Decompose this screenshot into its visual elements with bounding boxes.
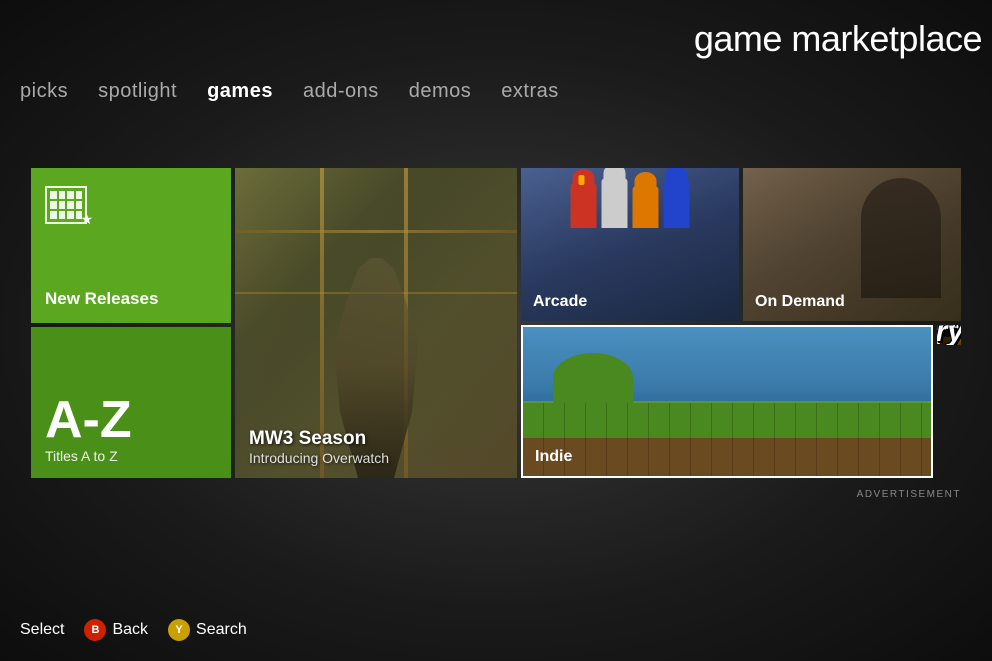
back-action[interactable]: B Back (84, 619, 148, 641)
y-button[interactable]: Y (168, 619, 190, 641)
tile-ondemand[interactable]: On Demand (743, 168, 961, 321)
search-action[interactable]: Y Search (168, 619, 247, 641)
tile-indie[interactable]: Indie (521, 325, 933, 478)
new-releases-label: New Releases (45, 289, 158, 309)
tile-advertisement[interactable]: 800 MSP ScaryGirl DOWNLOAD NOW (937, 325, 961, 345)
nav-bar: picks spotlight games add-ons demos extr… (20, 80, 559, 103)
b-button[interactable]: B (84, 619, 106, 641)
back-label: Back (112, 621, 148, 639)
tile-az[interactable]: A-Z Titles A to Z (31, 327, 231, 478)
right-column: Arcade On Demand (521, 168, 961, 478)
featured-main-text: MW3 Season (249, 428, 389, 450)
advertisement-label: ADVERTISEMENT (857, 489, 961, 500)
nav-item-spotlight[interactable]: spotlight (98, 80, 177, 103)
featured-text: MW3 Season Introducing Overwatch (249, 428, 389, 466)
bottom-bar: Select B Back Y Search (20, 619, 247, 641)
new-releases-icon: ★ (45, 186, 87, 224)
search-label: Search (196, 621, 247, 639)
tile-featured[interactable]: MW3 Season Introducing Overwatch (235, 168, 517, 478)
select-label: Select (20, 621, 64, 639)
tile-new-releases[interactable]: ★ New Releases (31, 168, 231, 323)
indie-label: Indie (535, 448, 919, 466)
nav-item-demos[interactable]: demos (409, 80, 472, 103)
left-column: ★ New Releases A-Z Titles A to Z (31, 168, 231, 478)
page-title: game marketplace (694, 18, 982, 60)
tile-grid: ★ New Releases A-Z Titles A to Z MW3 Sea… (31, 168, 961, 478)
arcade-label: Arcade (533, 293, 727, 311)
tile-advertisement-wrapper: 800 MSP ScaryGirl DOWNLOAD NOW ADVERTISE… (937, 325, 961, 478)
nav-item-games[interactable]: games (207, 80, 273, 103)
featured-sub-text: Introducing Overwatch (249, 450, 389, 466)
nav-item-addons[interactable]: add-ons (303, 80, 379, 103)
ondemand-label: On Demand (755, 293, 949, 311)
tile-arcade[interactable]: Arcade (521, 168, 739, 321)
right-top-row: Arcade On Demand (521, 168, 961, 321)
right-bottom-row: Indie 800 MSP ScaryGirl DOWNLOAD NOW ADV… (521, 325, 961, 478)
az-sub-label: Titles A to Z (45, 448, 118, 464)
ad-title-text: ScaryGirl (937, 325, 961, 345)
arcade-characters (571, 178, 690, 228)
az-big-label: A-Z (45, 394, 132, 446)
nav-item-picks[interactable]: picks (20, 80, 68, 103)
nav-item-extras[interactable]: extras (501, 80, 558, 103)
